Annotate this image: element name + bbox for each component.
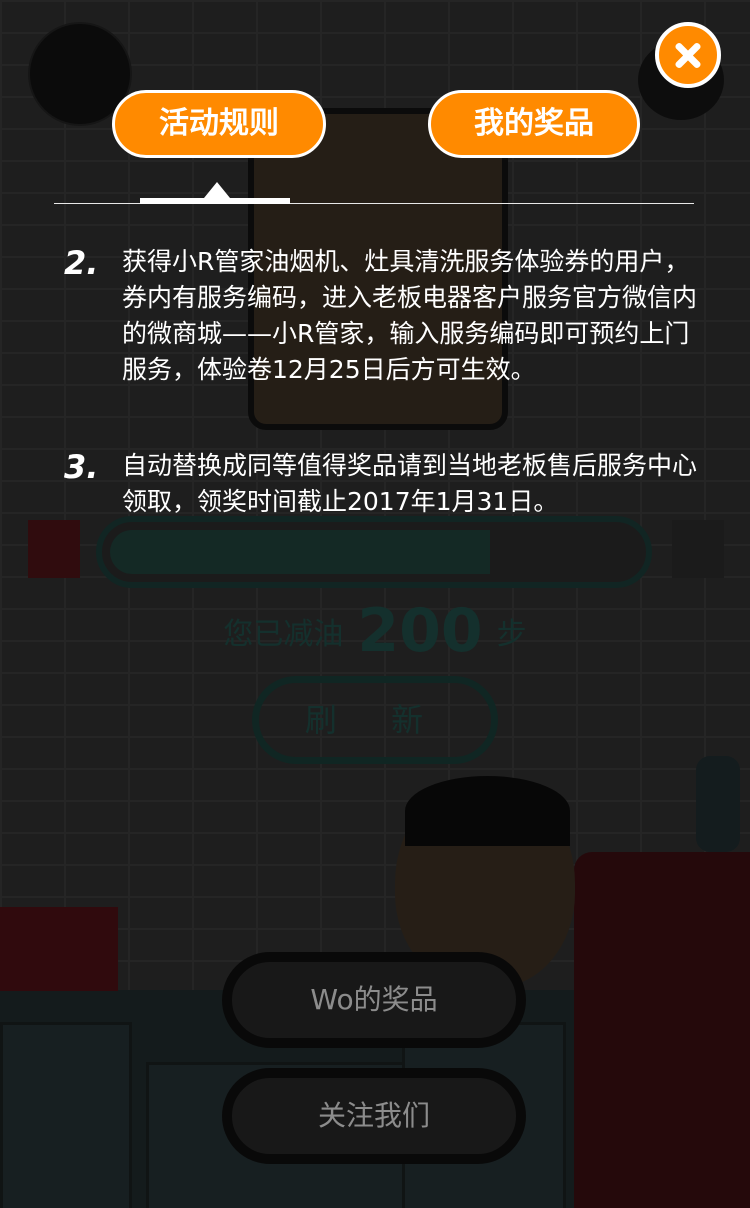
active-tab-underline <box>140 198 290 204</box>
rule-text: 自动替换成同等值得奖品请到当地老板售后服务中心领取，领奖时间截止2017年1月3… <box>122 451 698 516</box>
tab-my-prizes[interactable]: 我的奖品 <box>428 90 640 158</box>
rule-text: 获得小R管家油烟机、灶具清洗服务体验券的用户，券内有服务编码，进入老板电器客户服… <box>122 247 698 384</box>
modal-overlay <box>0 0 750 1208</box>
tab-rules[interactable]: 活动规则 <box>112 90 326 158</box>
rule-number: 2. <box>64 244 99 282</box>
close-icon[interactable] <box>655 22 721 88</box>
rule-number: 3. <box>64 448 99 486</box>
active-tab-indicator <box>204 182 230 198</box>
